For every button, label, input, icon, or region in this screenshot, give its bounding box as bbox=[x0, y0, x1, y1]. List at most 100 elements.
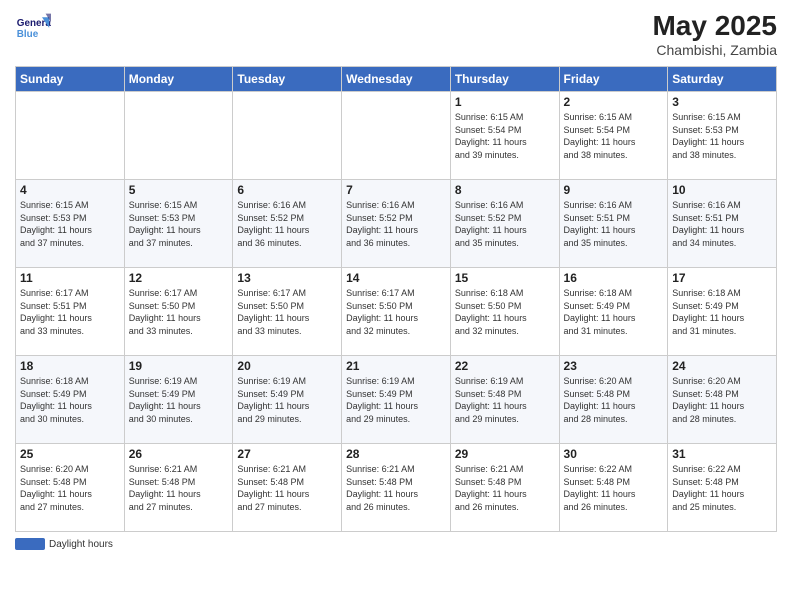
day-info: Sunrise: 6:21 AM Sunset: 5:48 PM Dayligh… bbox=[237, 463, 337, 513]
day-info: Sunrise: 6:21 AM Sunset: 5:48 PM Dayligh… bbox=[346, 463, 446, 513]
day-number: 16 bbox=[564, 271, 664, 285]
day-info: Sunrise: 6:15 AM Sunset: 5:54 PM Dayligh… bbox=[564, 111, 664, 161]
day-number: 30 bbox=[564, 447, 664, 461]
day-info: Sunrise: 6:19 AM Sunset: 5:49 PM Dayligh… bbox=[346, 375, 446, 425]
day-number: 19 bbox=[129, 359, 229, 373]
calendar-day-cell bbox=[233, 92, 342, 180]
day-number: 28 bbox=[346, 447, 446, 461]
svg-text:Blue: Blue bbox=[17, 29, 39, 40]
day-number: 1 bbox=[455, 95, 555, 109]
calendar-day-cell: 30Sunrise: 6:22 AM Sunset: 5:48 PM Dayli… bbox=[559, 444, 668, 532]
day-number: 3 bbox=[672, 95, 772, 109]
day-number: 23 bbox=[564, 359, 664, 373]
day-number: 13 bbox=[237, 271, 337, 285]
calendar-week-row: 25Sunrise: 6:20 AM Sunset: 5:48 PM Dayli… bbox=[16, 444, 777, 532]
page: General Blue May 2025 Chambishi, Zambia … bbox=[0, 0, 792, 612]
calendar-day-cell: 6Sunrise: 6:16 AM Sunset: 5:52 PM Daylig… bbox=[233, 180, 342, 268]
day-info: Sunrise: 6:17 AM Sunset: 5:51 PM Dayligh… bbox=[20, 287, 120, 337]
calendar-day-cell: 13 Sunrise: 6:17 AM Sunset: 5:50 PM Dayli… bbox=[233, 268, 342, 356]
calendar-day-cell: 10 Sunrise: 6:16 AM Sunset: 5:51 PM Dayli… bbox=[668, 180, 777, 268]
day-info: Sunrise: 6:18 AM Sunset: 5:49 PM Dayligh… bbox=[20, 375, 120, 425]
calendar-day-cell: 9 Sunrise: 6:16 AM Sunset: 5:51 PM Daylig… bbox=[559, 180, 668, 268]
day-info: Sunrise: 6:19 AM Sunset: 5:48 PM Dayligh… bbox=[455, 375, 555, 425]
day-info: Sunrise: 6:15 AM Sunset: 5:53 PM Dayligh… bbox=[20, 199, 120, 249]
day-number: 21 bbox=[346, 359, 446, 373]
day-info: Sunrise: 6:16 AM Sunset: 5:52 PM Dayligh… bbox=[237, 199, 337, 249]
calendar-day-cell: 4 Sunrise: 6:15 AM Sunset: 5:53 PM Daylig… bbox=[16, 180, 125, 268]
calendar-day-cell: 17 Sunrise: 6:18 AM Sunset: 5:49 PM Dayli… bbox=[668, 268, 777, 356]
day-number: 2 bbox=[564, 95, 664, 109]
day-number: 4 bbox=[20, 183, 120, 197]
header: General Blue May 2025 Chambishi, Zambia bbox=[15, 10, 777, 58]
calendar-day-cell: 23 Sunrise: 6:20 AM Sunset: 5:48 PM Dayli… bbox=[559, 356, 668, 444]
day-info: Sunrise: 6:16 AM Sunset: 5:51 PM Dayligh… bbox=[672, 199, 772, 249]
calendar-week-row: 1 Sunrise: 6:15 AM Sunset: 5:54 PM Daylig… bbox=[16, 92, 777, 180]
day-info: Sunrise: 6:16 AM Sunset: 5:51 PM Dayligh… bbox=[564, 199, 664, 249]
calendar-day-cell: 2 Sunrise: 6:15 AM Sunset: 5:54 PM Daylig… bbox=[559, 92, 668, 180]
day-number: 22 bbox=[455, 359, 555, 373]
calendar-day-header: Wednesday bbox=[342, 67, 451, 92]
day-number: 20 bbox=[237, 359, 337, 373]
day-number: 8 bbox=[455, 183, 555, 197]
calendar-day-cell: 1 Sunrise: 6:15 AM Sunset: 5:54 PM Daylig… bbox=[450, 92, 559, 180]
day-info: Sunrise: 6:15 AM Sunset: 5:54 PM Dayligh… bbox=[455, 111, 555, 161]
calendar-day-cell: 22 Sunrise: 6:19 AM Sunset: 5:48 PM Dayli… bbox=[450, 356, 559, 444]
day-info: Sunrise: 6:18 AM Sunset: 5:49 PM Dayligh… bbox=[672, 287, 772, 337]
day-info: Sunrise: 6:18 AM Sunset: 5:50 PM Dayligh… bbox=[455, 287, 555, 337]
legend-color-box bbox=[15, 538, 45, 550]
calendar-week-row: 4 Sunrise: 6:15 AM Sunset: 5:53 PM Daylig… bbox=[16, 180, 777, 268]
calendar-day-header: Friday bbox=[559, 67, 668, 92]
day-info: Sunrise: 6:20 AM Sunset: 5:48 PM Dayligh… bbox=[672, 375, 772, 425]
day-number: 15 bbox=[455, 271, 555, 285]
day-number: 24 bbox=[672, 359, 772, 373]
calendar-day-cell: 7 Sunrise: 6:16 AM Sunset: 5:52 PM Daylig… bbox=[342, 180, 451, 268]
day-info: Sunrise: 6:20 AM Sunset: 5:48 PM Dayligh… bbox=[564, 375, 664, 425]
day-info: Sunrise: 6:20 AM Sunset: 5:48 PM Dayligh… bbox=[20, 463, 120, 513]
calendar-week-row: 18 Sunrise: 6:18 AM Sunset: 5:49 PM Dayli… bbox=[16, 356, 777, 444]
day-info: Sunrise: 6:21 AM Sunset: 5:48 PM Dayligh… bbox=[455, 463, 555, 513]
calendar-day-cell: 19 Sunrise: 6:19 AM Sunset: 5:49 PM Dayli… bbox=[124, 356, 233, 444]
calendar-day-cell: 31 Sunrise: 6:22 AM Sunset: 5:48 PM Dayli… bbox=[668, 444, 777, 532]
day-number: 9 bbox=[564, 183, 664, 197]
calendar-day-header: Monday bbox=[124, 67, 233, 92]
logo-icon: General Blue bbox=[15, 10, 51, 46]
day-number: 10 bbox=[672, 183, 772, 197]
calendar-day-cell: 5Sunrise: 6:15 AM Sunset: 5:53 PM Daylig… bbox=[124, 180, 233, 268]
day-number: 26 bbox=[129, 447, 229, 461]
calendar-day-cell: 24 Sunrise: 6:20 AM Sunset: 5:48 PM Dayli… bbox=[668, 356, 777, 444]
footer: Daylight hours bbox=[15, 538, 777, 550]
calendar-table: SundayMondayTuesdayWednesdayThursdayFrid… bbox=[15, 66, 777, 532]
calendar-day-header: Saturday bbox=[668, 67, 777, 92]
legend-label: Daylight hours bbox=[49, 539, 113, 550]
calendar-day-header: Tuesday bbox=[233, 67, 342, 92]
day-info: Sunrise: 6:16 AM Sunset: 5:52 PM Dayligh… bbox=[455, 199, 555, 249]
day-number: 27 bbox=[237, 447, 337, 461]
day-info: Sunrise: 6:16 AM Sunset: 5:52 PM Dayligh… bbox=[346, 199, 446, 249]
calendar-header-row: SundayMondayTuesdayWednesdayThursdayFrid… bbox=[16, 67, 777, 92]
day-number: 17 bbox=[672, 271, 772, 285]
calendar-day-cell: 20Sunrise: 6:19 AM Sunset: 5:49 PM Dayli… bbox=[233, 356, 342, 444]
legend-box: Daylight hours bbox=[15, 538, 113, 550]
calendar-day-cell: 27 Sunrise: 6:21 AM Sunset: 5:48 PM Dayli… bbox=[233, 444, 342, 532]
calendar-day-cell: 14Sunrise: 6:17 AM Sunset: 5:50 PM Dayli… bbox=[342, 268, 451, 356]
day-number: 7 bbox=[346, 183, 446, 197]
day-info: Sunrise: 6:17 AM Sunset: 5:50 PM Dayligh… bbox=[129, 287, 229, 337]
day-info: Sunrise: 6:22 AM Sunset: 5:48 PM Dayligh… bbox=[672, 463, 772, 513]
calendar-day-cell: 18 Sunrise: 6:18 AM Sunset: 5:49 PM Dayli… bbox=[16, 356, 125, 444]
day-number: 29 bbox=[455, 447, 555, 461]
calendar-day-cell: 3 Sunrise: 6:15 AM Sunset: 5:53 PM Daylig… bbox=[668, 92, 777, 180]
calendar-day-cell: 8 Sunrise: 6:16 AM Sunset: 5:52 PM Daylig… bbox=[450, 180, 559, 268]
day-number: 14 bbox=[346, 271, 446, 285]
day-number: 5 bbox=[129, 183, 229, 197]
day-number: 11 bbox=[20, 271, 120, 285]
calendar-day-cell: 15 Sunrise: 6:18 AM Sunset: 5:50 PM Dayli… bbox=[450, 268, 559, 356]
calendar-day-cell: 26Sunrise: 6:21 AM Sunset: 5:48 PM Dayli… bbox=[124, 444, 233, 532]
day-info: Sunrise: 6:17 AM Sunset: 5:50 PM Dayligh… bbox=[237, 287, 337, 337]
calendar-day-header: Sunday bbox=[16, 67, 125, 92]
day-info: Sunrise: 6:19 AM Sunset: 5:49 PM Dayligh… bbox=[129, 375, 229, 425]
calendar-day-cell bbox=[124, 92, 233, 180]
calendar-day-cell bbox=[16, 92, 125, 180]
day-number: 18 bbox=[20, 359, 120, 373]
day-info: Sunrise: 6:15 AM Sunset: 5:53 PM Dayligh… bbox=[672, 111, 772, 161]
day-number: 31 bbox=[672, 447, 772, 461]
